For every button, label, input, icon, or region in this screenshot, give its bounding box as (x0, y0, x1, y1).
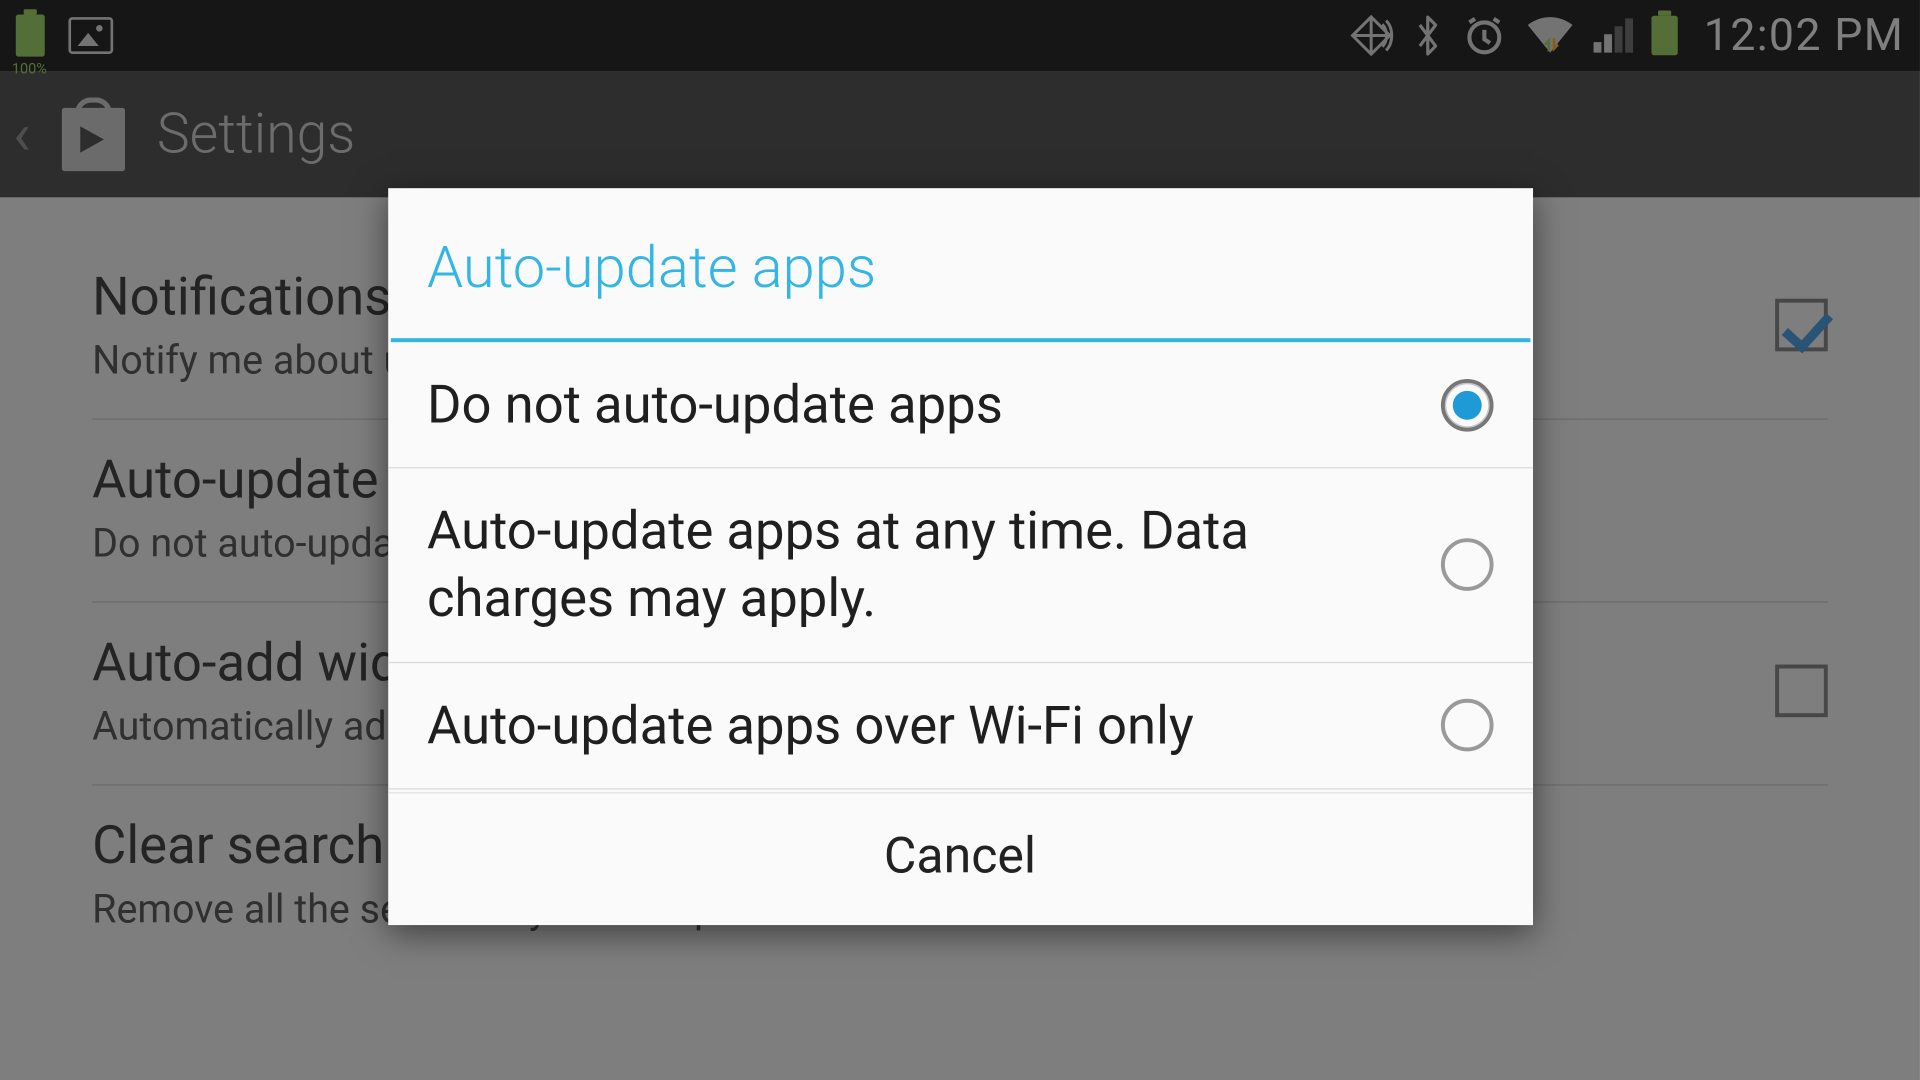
radio-selected-icon[interactable] (1440, 378, 1493, 431)
option-auto-update-wifi-only[interactable]: Auto-update apps over Wi-Fi only (388, 663, 1533, 790)
screen-root: 100% 12:02 PM ‹ (0, 0, 1920, 1080)
option-label: Auto-update apps over Wi-Fi only (427, 692, 1440, 759)
radio-icon[interactable] (1440, 539, 1493, 592)
option-label: Do not auto-update apps (427, 371, 1440, 438)
auto-update-dialog: Auto-update apps Do not auto-update apps… (388, 188, 1533, 925)
radio-icon[interactable] (1440, 699, 1493, 752)
option-auto-update-any-time[interactable]: Auto-update apps at any time. Data charg… (388, 469, 1533, 663)
dialog-title: Auto-update apps (388, 188, 1533, 338)
option-label: Auto-update apps at any time. Data charg… (427, 498, 1440, 633)
cancel-button[interactable]: Cancel (388, 792, 1533, 925)
option-do-not-auto-update[interactable]: Do not auto-update apps (388, 342, 1533, 469)
